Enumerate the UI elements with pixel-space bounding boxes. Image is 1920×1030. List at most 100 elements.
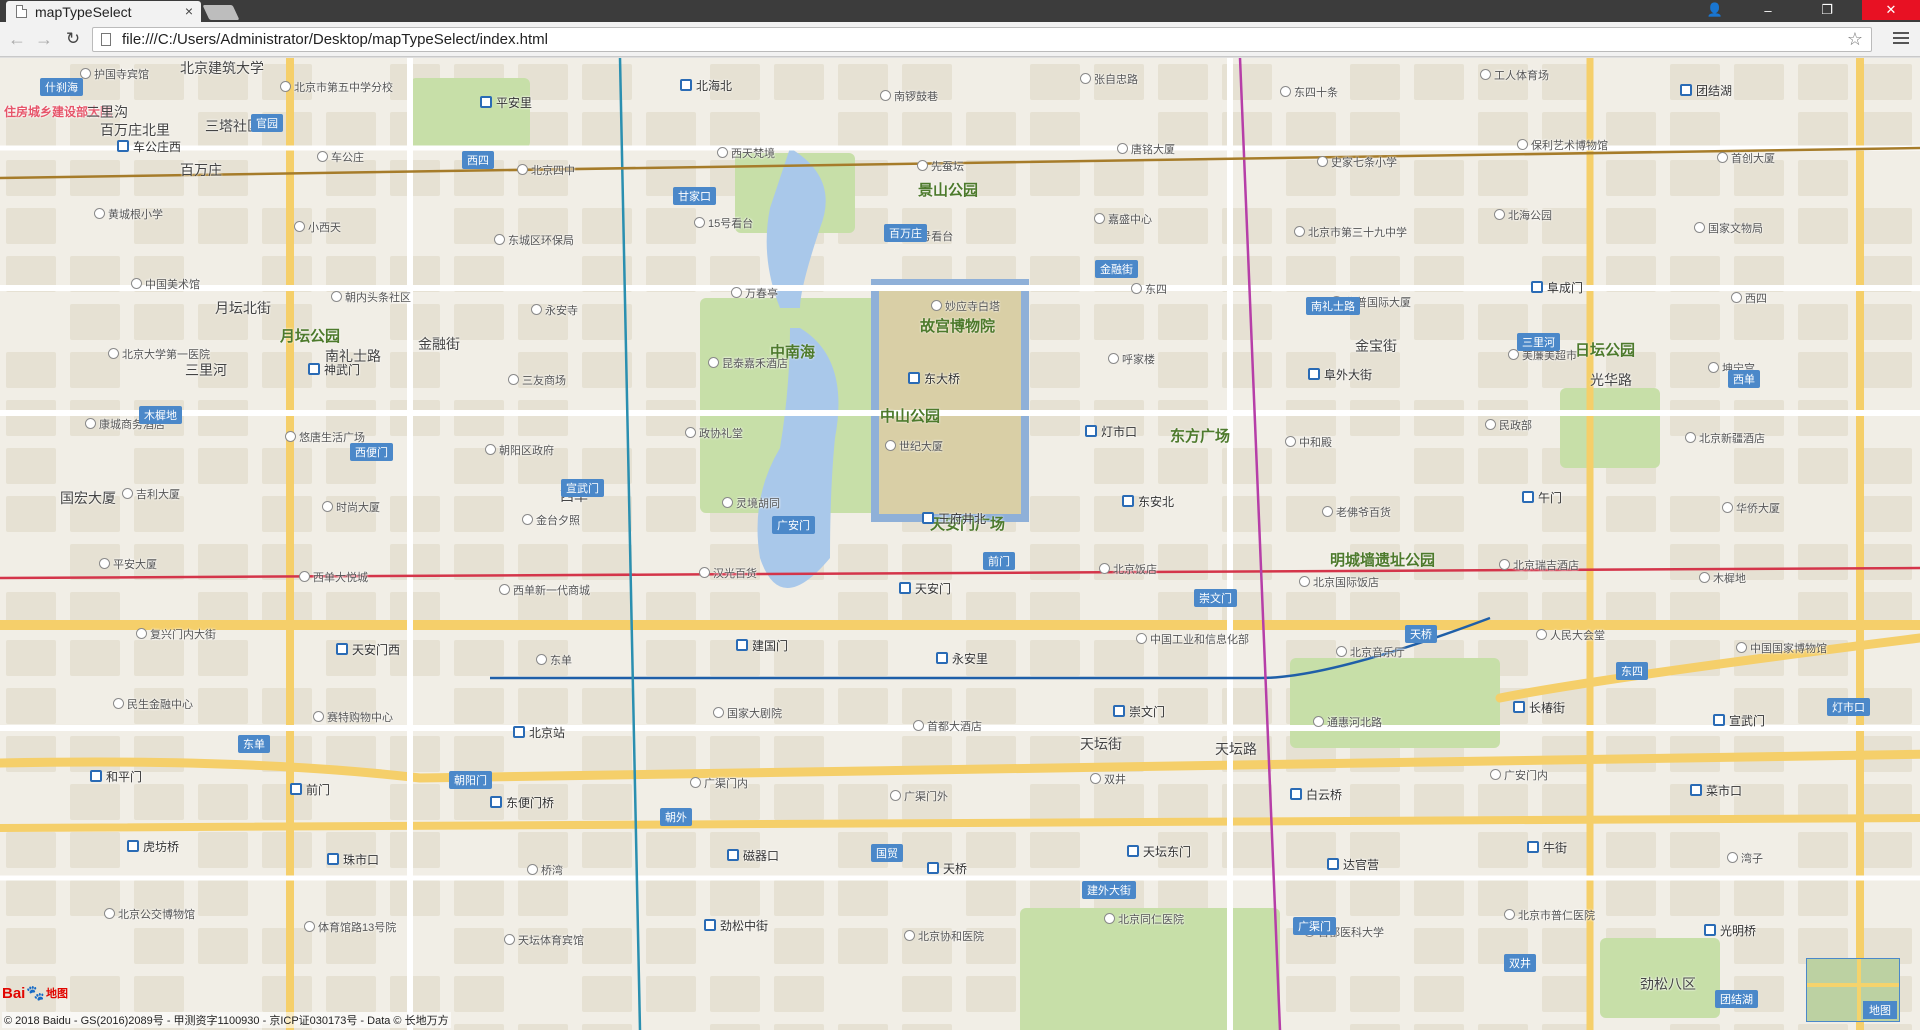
close-window-button[interactable]: ✕ <box>1862 0 1920 20</box>
city-block <box>1350 880 1400 916</box>
poi-label: 美廉美超市 <box>1508 349 1577 363</box>
city-block <box>838 112 888 148</box>
city-block <box>390 784 440 820</box>
city-block <box>1670 112 1720 148</box>
city-block <box>710 736 760 772</box>
city-block <box>582 352 632 388</box>
metro-station: 东安北 <box>1122 493 1174 510</box>
city-block <box>198 688 248 724</box>
address-bar[interactable]: file:///C:/Users/Administrator/Desktop/m… <box>92 27 1872 52</box>
metro-sign: 天桥 <box>1405 625 1437 643</box>
city-block <box>966 880 1016 916</box>
city-block <box>1158 160 1208 196</box>
reload-button[interactable]: ↻ <box>62 28 84 50</box>
city-block <box>1158 304 1208 340</box>
district-label: 光华路 <box>1590 372 1632 388</box>
metro-sign: 建外大街 <box>1082 881 1136 899</box>
baidu-logo[interactable]: Bai 🐾 地图 <box>2 984 68 1003</box>
menu-icon[interactable] <box>1893 30 1909 46</box>
poi-label: 金台夕照 <box>522 514 580 528</box>
district-label: 金宝街 <box>1355 338 1397 354</box>
metro-sign: 东单 <box>238 735 270 753</box>
city-block <box>390 976 440 1012</box>
city-block <box>1862 832 1912 868</box>
city-block <box>1798 544 1848 580</box>
city-block <box>1734 880 1784 916</box>
user-icon[interactable]: 👤 <box>1700 0 1730 20</box>
city-block <box>710 112 760 148</box>
metro-station: 东大桥 <box>908 370 960 387</box>
poi-label: 木樨地 <box>1699 572 1746 586</box>
city-block <box>774 64 824 100</box>
poi-label: 中和殿 <box>1285 436 1332 450</box>
city-block <box>1798 112 1848 148</box>
maximize-button[interactable]: ❐ <box>1804 0 1850 20</box>
city-block <box>1158 448 1208 484</box>
city-block <box>774 928 824 964</box>
poi-label: 车公庄 <box>317 151 364 165</box>
map-type-switch[interactable]: 地图 <box>1806 958 1900 1022</box>
city-block <box>1542 784 1592 820</box>
city-block <box>1606 688 1656 724</box>
poi-label: 西单大悦城 <box>299 571 368 585</box>
city-block <box>646 112 696 148</box>
city-block <box>390 880 440 916</box>
metro-sign: 木樨地 <box>139 406 182 424</box>
city-block <box>1670 160 1720 196</box>
city-block <box>1798 352 1848 388</box>
city-block <box>710 1024 760 1030</box>
city-block <box>582 832 632 868</box>
poi-label: 桥湾 <box>527 864 563 878</box>
city-block <box>518 400 568 436</box>
metro-station: 团结湖 <box>1680 82 1732 99</box>
city-block <box>518 880 568 916</box>
baidu-map[interactable]: 住房城乡建设部大院 北京建筑大学 二里沟 百万庄北里 三塔社区 百万庄 国宏大厦 月坛北街 月坛… <box>0 58 1920 1030</box>
metro-station: 宣武门 <box>1713 712 1765 729</box>
logo-text: Bai <box>2 984 26 1002</box>
metro-station: 和平门 <box>90 768 142 785</box>
poi-label: 唐铭大厦 <box>1117 143 1175 157</box>
city-block <box>6 640 56 676</box>
city-block <box>1350 976 1400 1012</box>
city-block <box>966 208 1016 244</box>
city-block <box>838 1024 888 1030</box>
poi-label: 双井 <box>1090 773 1126 787</box>
city-block <box>518 1024 568 1030</box>
poi-label: 民生金融中心 <box>113 698 193 712</box>
city-block <box>518 832 568 868</box>
city-block <box>1094 784 1144 820</box>
city-block <box>1030 832 1080 868</box>
bookmark-star-icon[interactable]: ☆ <box>1847 29 1863 50</box>
city-block <box>1798 400 1848 436</box>
city-block <box>6 352 56 388</box>
city-block <box>1286 112 1336 148</box>
poi-label: 湾子 <box>1727 852 1763 866</box>
minimize-button[interactable]: – <box>1745 0 1791 20</box>
page-icon <box>16 5 27 18</box>
city-block <box>70 640 120 676</box>
city-block <box>1798 64 1848 100</box>
city-block <box>1542 64 1592 100</box>
back-button[interactable]: ← <box>6 28 28 50</box>
city-block <box>134 784 184 820</box>
park-area <box>410 78 530 148</box>
poi-label: 首创大厦 <box>1717 152 1775 166</box>
browser-tab[interactable]: mapTypeSelect × <box>6 1 201 22</box>
city-block <box>1350 112 1400 148</box>
city-block <box>1670 496 1720 532</box>
city-block <box>1030 352 1080 388</box>
city-block <box>1478 784 1528 820</box>
poi-label: 复兴门内大街 <box>136 628 216 642</box>
new-tab-button[interactable] <box>202 5 240 20</box>
poi-label: 平安大厦 <box>99 558 157 572</box>
forward-button[interactable]: → <box>33 28 55 50</box>
poi-label: 时尚大厦 <box>322 501 380 515</box>
poi-label: 民政部 <box>1485 419 1532 433</box>
metro-station: 北海北 <box>680 77 732 94</box>
poi-label: 北京音乐厅 <box>1336 646 1405 660</box>
metro-station: 珠市口 <box>327 851 379 868</box>
city-block <box>6 688 56 724</box>
city-block <box>6 400 56 436</box>
tab-close-icon[interactable]: × <box>185 3 193 19</box>
metro-station: 永安里 <box>936 650 988 667</box>
